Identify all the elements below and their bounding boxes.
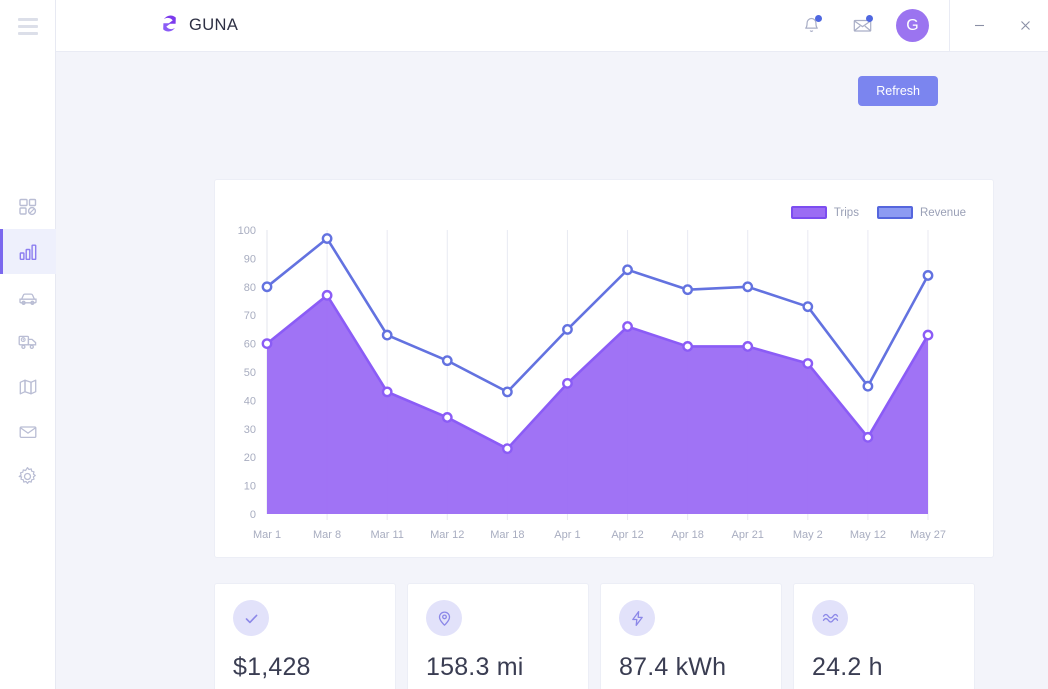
brand: GUNA	[159, 13, 238, 39]
hamburger-bar	[17, 17, 38, 21]
stat-card[interactable]: 158.3 miDistance driven	[407, 583, 589, 689]
refresh-button[interactable]: Refresh	[858, 76, 938, 106]
svg-text:0: 0	[250, 509, 256, 521]
stat-cards: $1,428Vehicles on track158.3 miDistance …	[214, 583, 975, 689]
svg-text:60: 60	[244, 339, 256, 351]
sidebar-item-deliveries[interactable]	[0, 319, 56, 364]
svg-text:Mar 11: Mar 11	[370, 529, 403, 541]
svg-text:90: 90	[244, 253, 256, 265]
activity-wave-icon	[812, 600, 848, 636]
area-chart[interactable]: 0 10 20 30 40 50 60 70 80 90 100 Mar 1 Mar 8 Mar 11 Ma…	[215, 180, 995, 559]
gear-icon	[17, 466, 38, 487]
app-window: GUNA G Refresh Trips Revenue 0 10 20 30 …	[0, 0, 1048, 689]
app-title: GUNA	[189, 16, 239, 34]
bar-chart-icon	[18, 242, 38, 262]
close-button[interactable]	[1002, 0, 1048, 52]
bell-icon[interactable]	[794, 9, 828, 43]
guna-logo-icon	[159, 13, 180, 39]
svg-text:Mar 18: Mar 18	[490, 529, 524, 541]
svg-text:10: 10	[244, 481, 256, 493]
car-icon	[17, 286, 39, 308]
notification-badge	[815, 14, 822, 22]
lightning-bolt-icon	[619, 600, 655, 636]
stat-card[interactable]: 87.4 kWhEnergy consumed	[600, 583, 782, 689]
svg-text:Apr 18: Apr 18	[671, 529, 703, 541]
mail-icon	[18, 422, 38, 442]
sidebar-item-map[interactable]	[0, 364, 56, 409]
content-area: Refresh Trips Revenue 0 10 20 30 40 50 60 70 80 9…	[56, 52, 1048, 689]
avatar[interactable]: G	[896, 9, 929, 42]
main-area: GUNA G Refresh Trips Revenue 0 10 20 30 …	[56, 0, 1048, 689]
check-icon	[233, 600, 269, 636]
svg-text:May 12: May 12	[850, 529, 886, 541]
stat-value: $1,428	[233, 653, 311, 681]
toolbar: Refresh	[56, 52, 1048, 106]
hamburger-bar	[17, 24, 38, 28]
window-controls	[949, 0, 1048, 52]
svg-text:Apr 12: Apr 12	[611, 529, 643, 541]
svg-text:50: 50	[244, 367, 256, 379]
svg-text:70: 70	[244, 310, 256, 322]
location-pin-icon	[426, 600, 462, 636]
sidebar	[0, 0, 56, 689]
svg-text:Mar 12: Mar 12	[430, 529, 464, 541]
svg-text:100: 100	[238, 225, 256, 237]
delivery-truck-icon	[17, 331, 39, 353]
map-icon	[18, 377, 38, 397]
mail-badge	[866, 14, 873, 22]
stat-value: 24.2 h	[812, 653, 883, 681]
minimize-button[interactable]	[956, 0, 1002, 52]
sidebar-item-analytics[interactable]	[0, 229, 56, 274]
svg-text:May 2: May 2	[793, 529, 823, 541]
sidebar-item-vehicles[interactable]	[0, 274, 56, 319]
stat-card[interactable]: 24.2 hTotal drive time	[793, 583, 975, 689]
titlebar-actions: G	[794, 0, 1048, 52]
svg-text:Mar 1: Mar 1	[253, 529, 281, 541]
sidebar-item-settings[interactable]	[0, 454, 56, 499]
svg-text:40: 40	[244, 395, 256, 407]
stat-value: 87.4 kWh	[619, 653, 727, 681]
stat-card[interactable]: $1,428Vehicles on track	[214, 583, 396, 689]
svg-text:Apr 1: Apr 1	[554, 529, 580, 541]
sidebar-item-dashboard[interactable]	[0, 184, 56, 229]
stat-value: 158.3 mi	[426, 653, 524, 681]
chart-card: Trips Revenue 0 10 20 30 40 50 60 70 80 90 100 Mar …	[214, 179, 994, 558]
sidebar-nav	[0, 184, 56, 499]
envelope-icon[interactable]	[845, 9, 879, 43]
dashboard-grid-icon	[18, 197, 38, 217]
svg-text:20: 20	[244, 452, 256, 464]
svg-text:May 27: May 27	[910, 529, 946, 541]
hamburger-bar	[17, 31, 38, 35]
sidebar-item-messages[interactable]	[0, 409, 56, 454]
title-bar: GUNA G	[56, 0, 1048, 52]
svg-text:Mar 8: Mar 8	[313, 529, 341, 541]
svg-text:30: 30	[244, 424, 256, 436]
hamburger-menu-icon[interactable]	[0, 0, 56, 52]
svg-text:Apr 21: Apr 21	[732, 529, 764, 541]
svg-text:80: 80	[244, 282, 256, 294]
